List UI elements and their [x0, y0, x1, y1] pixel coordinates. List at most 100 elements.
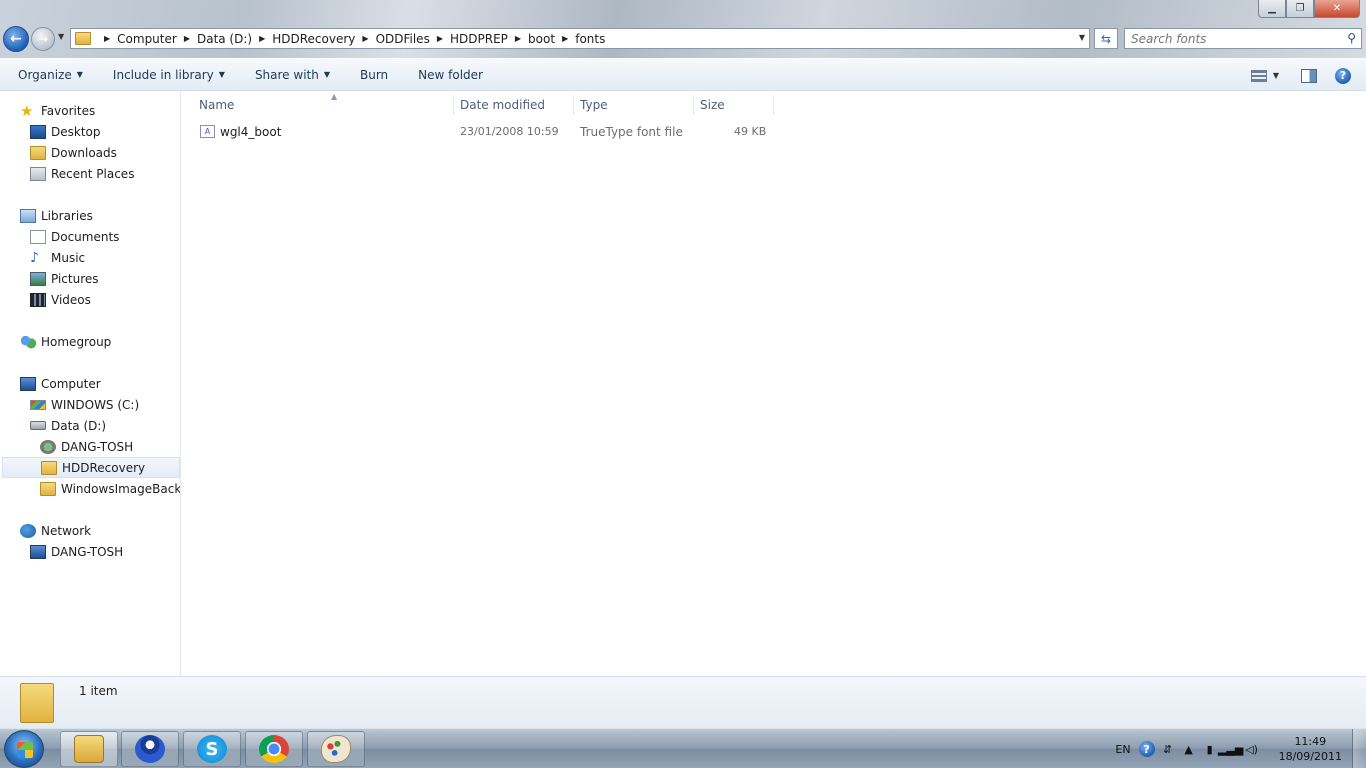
computer-icon — [30, 544, 46, 559]
search-input[interactable] — [1131, 31, 1331, 46]
close-button[interactable]: ✕ — [1314, 0, 1360, 18]
nav-music[interactable]: ♪ Music — [30, 247, 85, 268]
nav-dang-tosh-network[interactable]: DANG-TOSH — [30, 541, 123, 562]
chevron-right-icon[interactable]: ▶ — [362, 34, 368, 43]
address-bar[interactable]: ▶ Computer ▶ Data (D:) ▶ HDDRecovery ▶ O… — [70, 28, 1090, 49]
help-icon[interactable]: ? — [1335, 67, 1351, 84]
chevron-right-icon[interactable]: ▶ — [562, 34, 568, 43]
nav-favorites[interactable]: ★ Favorites — [20, 100, 95, 121]
network-signal-icon[interactable]: ▂▃▅ — [1218, 741, 1243, 757]
nav-label: WindowsImageBackup — [61, 481, 181, 496]
nav-label: Data (D:) — [51, 418, 107, 433]
nav-libraries[interactable]: Libraries — [20, 205, 93, 226]
view-options-icon[interactable] — [1250, 69, 1267, 82]
taskbar-explorer[interactable] — [60, 731, 118, 767]
breadcrumb-data-d[interactable]: Data (D:) — [197, 32, 252, 46]
nav-desktop[interactable]: Desktop — [30, 121, 101, 142]
address-dropdown-icon[interactable]: ▼ — [1079, 33, 1085, 42]
title-bar: ▁ ❐ ✕ ← → ▼ ▶ Computer ▶ Data (D:) ▶ HDD… — [0, 0, 1366, 58]
minimize-button[interactable]: ▁ — [1258, 0, 1286, 18]
chevron-right-icon[interactable]: ▶ — [259, 34, 265, 43]
column-header-size[interactable]: Size — [694, 95, 774, 115]
share-with-menu[interactable]: Share with ▼ — [255, 68, 342, 82]
input-options-icon[interactable]: ⇵ — [1160, 741, 1176, 757]
nav-label: WINDOWS (C:) — [51, 397, 140, 412]
start-button[interactable] — [4, 730, 44, 768]
new-folder-button[interactable]: New folder — [418, 68, 495, 82]
column-header-type[interactable]: Type — [574, 95, 694, 115]
nav-computer[interactable]: Computer — [20, 373, 101, 394]
back-button[interactable]: ← — [3, 26, 29, 52]
navigation-pane: ★ Favorites Desktop Downloads Recent Plac… — [0, 91, 181, 676]
chrome-icon — [259, 735, 289, 763]
column-header-date-modified[interactable]: Date modified — [454, 95, 574, 115]
chevron-right-icon[interactable]: ▶ — [437, 34, 443, 43]
nav-windowsimagebackup[interactable]: WindowsImageBackup — [40, 478, 181, 499]
taskbar-paint[interactable] — [307, 731, 365, 767]
nav-windows-c[interactable]: WINDOWS (C:) — [30, 394, 139, 415]
nav-label: Downloads — [51, 145, 117, 160]
share-with-label: Share with — [254, 67, 319, 82]
system-tray: EN ? ⇵ ▲ ▮ ▂▃▅ ◁) 11:49 18/09/2011 — [1115, 729, 1366, 768]
burn-button[interactable]: Burn — [360, 68, 400, 82]
language-indicator[interactable]: EN — [1115, 743, 1130, 756]
column-date-label: Date modified — [460, 98, 546, 112]
nav-dang-tosh-drive[interactable]: DANG-TOSH — [40, 436, 133, 457]
show-hidden-icons-icon[interactable]: ▲ — [1181, 741, 1197, 757]
nav-documents[interactable]: Documents — [30, 226, 119, 247]
show-desktop-button[interactable] — [1352, 729, 1366, 768]
preview-pane-icon[interactable] — [1301, 68, 1317, 83]
search-icon[interactable]: ⚲ — [1347, 31, 1356, 45]
volume-icon[interactable]: ◁) — [1244, 741, 1260, 757]
nav-hddrecovery[interactable]: HDDRecovery — [2, 457, 180, 478]
file-list[interactable]: Name ▲ Date modified Type Size A wgl4_bo… — [181, 91, 1366, 676]
refresh-button[interactable]: ⇆ — [1094, 28, 1118, 49]
organize-label: Organize — [18, 67, 72, 82]
breadcrumb-boot[interactable]: boot — [528, 32, 555, 46]
nav-label: Network — [41, 523, 92, 538]
folder-icon — [20, 683, 54, 723]
maximize-button[interactable]: ❐ — [1286, 0, 1314, 18]
taskbar-user-app[interactable] — [121, 731, 179, 767]
clock-time: 11:49 — [1294, 735, 1327, 748]
table-row[interactable]: A wgl4_boot 23/01/2008 10:59 TrueType fo… — [193, 121, 783, 143]
chevron-right-icon[interactable]: ▶ — [515, 34, 521, 43]
nav-label: Documents — [51, 229, 120, 244]
column-header-name[interactable]: Name ▲ — [193, 92, 454, 115]
window-controls: ▁ ❐ ✕ — [1258, 0, 1360, 18]
documents-icon — [30, 229, 46, 244]
nav-data-d[interactable]: Data (D:) — [30, 415, 106, 436]
organize-menu[interactable]: Organize ▼ — [18, 68, 95, 82]
nav-recent-places[interactable]: Recent Places — [30, 163, 134, 184]
breadcrumb-hddprep[interactable]: HDDPREP — [450, 32, 508, 46]
chevron-right-icon[interactable]: ▶ — [104, 34, 110, 43]
nav-videos[interactable]: Videos — [30, 289, 91, 310]
breadcrumb-hddrecovery[interactable]: HDDRecovery — [272, 32, 355, 46]
recent-pages-dropdown[interactable]: ▼ — [58, 32, 64, 41]
homegroup-icon — [20, 334, 36, 349]
include-in-library-menu[interactable]: Include in library ▼ — [113, 68, 237, 82]
power-plug-icon[interactable]: ▮ — [1202, 741, 1218, 757]
nav-downloads[interactable]: Downloads — [30, 142, 117, 163]
nav-homegroup[interactable]: Homegroup — [20, 331, 111, 352]
nav-network[interactable]: Network — [20, 520, 91, 541]
music-note-icon: ♪ — [30, 249, 39, 266]
taskbar-skype[interactable]: S — [183, 731, 241, 767]
nav-pictures[interactable]: Pictures — [30, 268, 99, 289]
view-dropdown-icon[interactable]: ▼ — [1273, 71, 1279, 80]
arrow-left-icon: ← — [10, 31, 22, 47]
downloads-folder-icon — [30, 145, 46, 160]
breadcrumb-oddfiles[interactable]: ODDFiles — [376, 32, 430, 46]
clock[interactable]: 11:49 18/09/2011 — [1279, 734, 1342, 764]
search-box[interactable]: ⚲ — [1124, 28, 1362, 49]
libraries-icon — [20, 208, 36, 223]
forward-button[interactable]: → — [31, 27, 55, 51]
breadcrumb-fonts[interactable]: fonts — [575, 32, 605, 46]
nav-label: Computer — [41, 376, 101, 391]
taskbar-chrome[interactable] — [245, 731, 303, 767]
help-icon[interactable]: ? — [1138, 741, 1155, 757]
nav-label: Pictures — [51, 271, 99, 286]
chevron-right-icon[interactable]: ▶ — [184, 34, 190, 43]
breadcrumb-computer[interactable]: Computer — [117, 32, 177, 46]
arrow-right-icon: → — [37, 32, 49, 46]
